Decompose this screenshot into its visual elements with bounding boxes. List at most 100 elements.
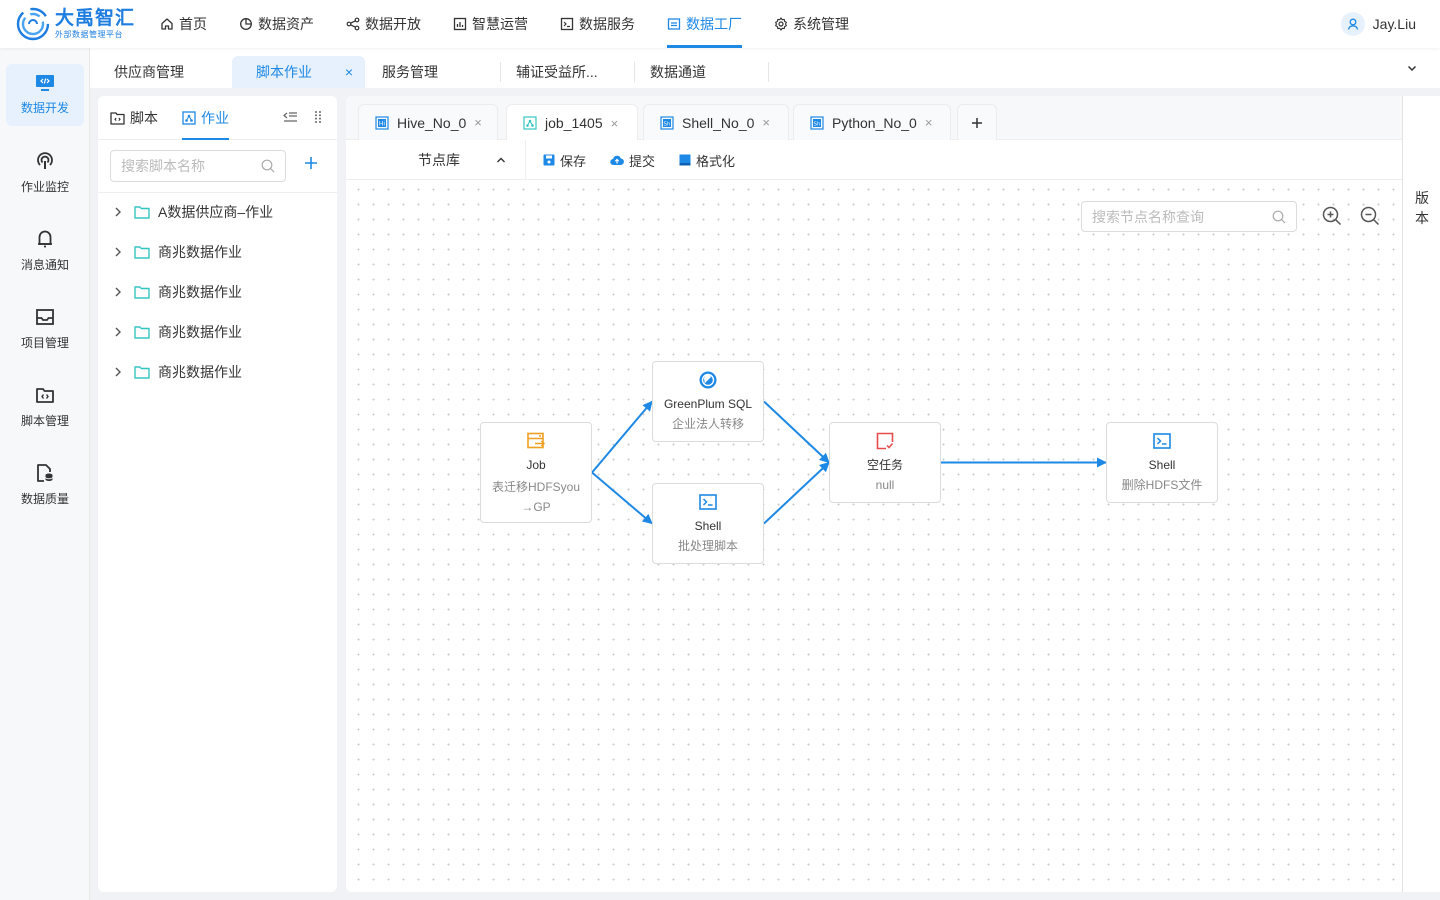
rail-item-data-dev[interactable]: 数据开发 [6,64,84,126]
node-search-input[interactable] [1092,208,1272,225]
top-bar: 大禹智汇 外部数据管理平台 首页 数据资产 数据开放 智慧运营 数据服务 数据工… [0,0,1440,48]
user-icon [1347,18,1358,30]
tree-folder-label: A数据供应商–作业 [158,204,274,220]
nav-item-home[interactable]: 首页 [160,0,207,48]
inbox-icon [36,309,54,325]
user-menu[interactable]: Jay.Liu [1340,12,1416,36]
logo[interactable]: 大禹智汇 外部数据管理平台 [15,6,135,42]
logo-icon [16,7,50,41]
node-subtitle: null [875,478,895,492]
search-icon[interactable] [261,159,275,173]
add-tab-button[interactable] [957,104,997,140]
editor-tab-python[interactable]: Sh Python_No_0 × [793,104,951,140]
nav-item-data-service[interactable]: 数据服务 [560,0,635,48]
tree-folder-label: 商兆数据作业 [158,244,242,260]
tree-folder-label: 商兆数据作业 [158,284,242,300]
chevron-up-icon [497,157,505,163]
version-toggle[interactable]: 版本 [1414,188,1430,228]
rail-item-data-quality[interactable]: 数据质量 [6,454,84,516]
script-search-input[interactable] [121,158,261,174]
rail-item-scripts[interactable]: 脚本管理 [6,376,84,438]
tree-tabs: 脚本 作业 [98,96,337,140]
pie-chart-icon [240,18,252,30]
dag-edge-job-to-shell1[interactable] [591,471,653,525]
nav-item-system[interactable]: 系统管理 [774,0,849,48]
tree-tab-job[interactable]: 作业 [182,96,229,140]
nav-item-smart-ops[interactable]: 智慧运营 [453,0,528,48]
dag-node-greenplum[interactable]: GreenPlum SQL 企业法人转移 [652,361,764,442]
tree-folder[interactable]: 商兆数据作业 [98,352,337,392]
format-icon [679,154,691,166]
page-tab-label: 辅证受益所... [516,64,598,80]
user-name: Jay.Liu [1372,16,1416,32]
drag-handle[interactable] [313,110,323,124]
chevron-right-icon[interactable] [114,286,122,298]
dag-node-shell-delete[interactable]: Shell 删除HDFS文件 [1106,422,1218,503]
node-library-label: 节点库 [418,152,460,168]
search-icon[interactable] [1272,210,1286,224]
chevron-right-icon[interactable] [114,326,122,338]
dag-edge-gp-to-empty[interactable] [763,400,830,464]
svg-text:Hi: Hi [379,120,386,127]
dag-edge-job-to-gp[interactable] [591,400,653,474]
tree-folder[interactable]: 商兆数据作业 [98,232,337,272]
rail-label: 作业监控 [20,180,69,194]
python-file-icon: Sh [810,115,824,130]
save-button[interactable]: 保存 [543,140,586,180]
close-icon[interactable]: × [762,115,770,130]
nav-item-data-open[interactable]: 数据开放 [346,0,421,48]
node-subtitle: 批处理脚本 [677,539,738,553]
page-tab-script-job[interactable]: 脚本作业 × [232,56,365,88]
page-tab-service[interactable]: 服务管理 [358,56,500,88]
rail-item-job-monitor[interactable]: 作业监控 [6,142,84,204]
share-icon [346,17,360,31]
dag-node-job[interactable]: Job 表迁移HDFSyou→GP [480,422,592,523]
editor-tab-shell[interactable]: Sh Shell_No_0 × [643,104,789,140]
zoom-out-button[interactable] [1360,206,1380,226]
node-search [1081,201,1297,232]
folder-icon [134,326,150,339]
editor-tab-job[interactable]: job_1405 × [506,104,638,141]
close-icon[interactable]: × [474,115,482,130]
collapse-tree-button[interactable] [282,110,298,124]
file-database-icon [37,464,53,482]
submit-button[interactable]: 提交 [610,140,655,180]
close-icon[interactable]: × [925,115,933,130]
nav-item-data-factory[interactable]: 数据工厂 [667,0,742,48]
page-tab-supplier[interactable]: 供应商管理 [90,56,232,88]
close-icon[interactable]: × [611,116,619,131]
tree-folder[interactable]: A数据供应商–作业 [98,192,337,232]
close-icon[interactable]: × [345,64,353,80]
chevron-right-icon[interactable] [114,206,122,218]
submit-label: 提交 [629,153,656,169]
editor-tab-hive[interactable]: Hi Hive_No_0 × [358,104,498,140]
node-library-toggle[interactable]: 节点库 [346,140,526,180]
chevron-right-icon[interactable] [114,366,122,378]
workflow-icon [182,111,196,125]
tree-tab-script[interactable]: 脚本 [110,96,158,140]
dag-canvas[interactable]: Job 表迁移HDFSyou→GP GreenPlum SQL 企业法人转移 S… [346,180,1402,892]
rail-item-projects[interactable]: 项目管理 [6,298,84,360]
zoom-in-button[interactable] [1322,206,1342,226]
page-tab-data-channel[interactable]: 数据通道 [626,56,768,88]
home-icon [161,18,173,30]
nav-item-data-assets[interactable]: 数据资产 [239,0,314,48]
tree-folder[interactable]: 商兆数据作业 [98,312,337,352]
page-tab-beneficiary[interactable]: 辅证受益所... [492,56,634,88]
version-panel: 版本 [1402,96,1440,892]
folder-icon [134,286,150,299]
dag-node-empty-task[interactable]: 空任务 null [829,422,941,503]
shell-icon [699,494,717,510]
tree-folder[interactable]: 商兆数据作业 [98,272,337,312]
add-job-button[interactable] [304,156,318,170]
chevron-right-icon[interactable] [114,246,122,258]
page-tabs: 供应商管理 脚本作业 × 服务管理 辅证受益所... 数据通道 [90,48,1440,88]
tabs-overflow-button[interactable] [1406,62,1418,74]
zoom-in-icon [1322,206,1342,226]
rail-item-notifications[interactable]: 消息通知 [6,220,84,282]
avatar [1340,12,1365,36]
format-button[interactable]: 格式化 [679,140,735,180]
editor-tab-label: Hive_No_0 [397,114,467,131]
dag-node-shell-batch[interactable]: Shell 批处理脚本 [652,483,764,564]
dag-edge-shell1-to-empty[interactable] [763,461,830,525]
